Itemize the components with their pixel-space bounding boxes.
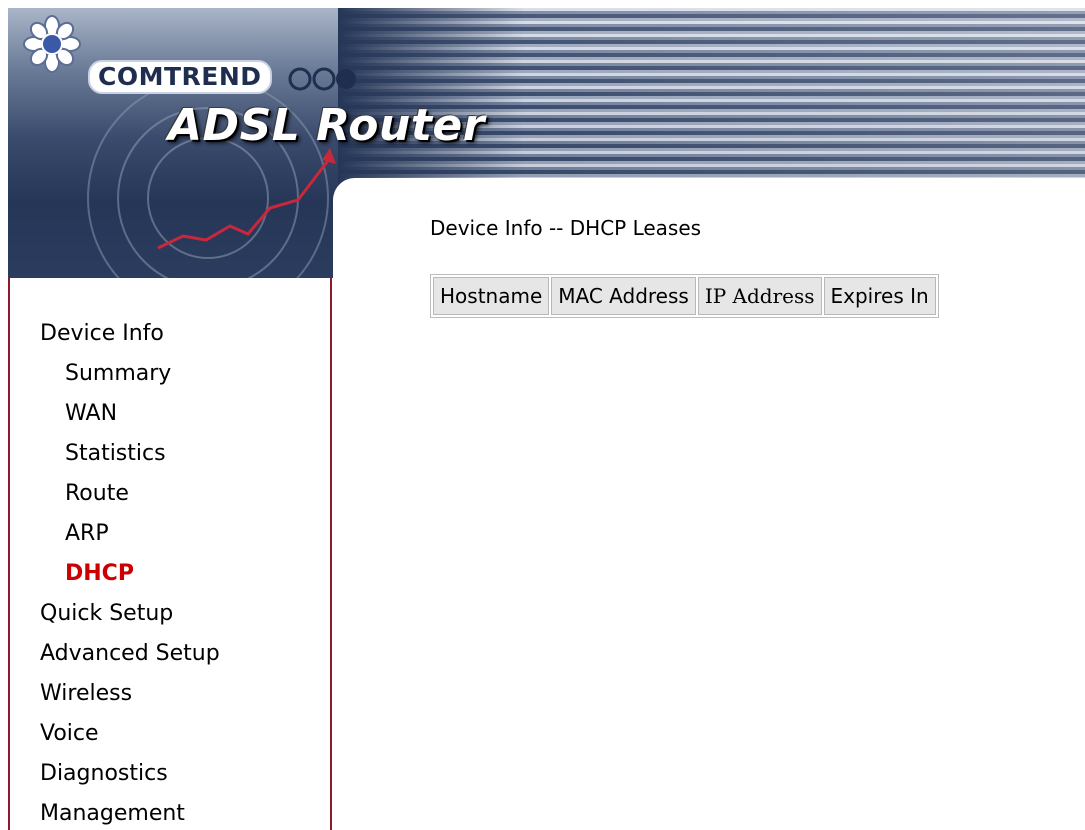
sidebar-item-management[interactable]: Management — [40, 794, 220, 830]
flower-logo-icon — [23, 15, 81, 73]
sidebar-item-device-info[interactable]: Device Info — [40, 314, 220, 354]
brand-rings-icon — [288, 67, 356, 91]
product-title: ADSL Router — [168, 100, 485, 151]
banner-stripes-fade — [338, 8, 1085, 188]
sidebar-item-advanced-setup[interactable]: Advanced Setup — [40, 634, 220, 674]
sidebar-item-voice[interactable]: Voice — [40, 714, 220, 754]
brand-logo-text: COMTREND — [88, 60, 272, 94]
sidebar-item-summary[interactable]: Summary — [40, 354, 220, 394]
sidebar-item-dhcp[interactable]: DHCP — [40, 554, 220, 594]
column-header-mac-address: MAC Address — [551, 277, 696, 315]
sidebar-item-quick-setup[interactable]: Quick Setup — [40, 594, 220, 634]
column-header-ip-address: IP Address — [697, 277, 822, 315]
sidebar-item-wan[interactable]: WAN — [40, 394, 220, 434]
page-title: Device Info -- DHCP Leases — [430, 216, 702, 240]
dhcp-leases-table: Hostname MAC Address IP Address Expires … — [430, 274, 939, 318]
table-header-row: Hostname MAC Address IP Address Expires … — [433, 277, 936, 315]
sidebar-item-statistics[interactable]: Statistics — [40, 434, 220, 474]
sidebar-item-arp[interactable]: ARP — [40, 514, 220, 554]
sidebar-menu: Device Info Summary WAN Statistics Route… — [40, 314, 220, 830]
column-header-expires-in: Expires In — [823, 277, 936, 315]
sidebar-item-diagnostics[interactable]: Diagnostics — [40, 754, 220, 794]
sidebar: Device Info Summary WAN Statistics Route… — [8, 278, 332, 830]
sidebar-item-route[interactable]: Route — [40, 474, 220, 514]
sidebar-item-wireless[interactable]: Wireless — [40, 674, 220, 714]
router-web-ui: COMTREND ADSL Router Device Info Summary… — [8, 8, 1085, 830]
column-header-hostname: Hostname — [433, 277, 550, 315]
